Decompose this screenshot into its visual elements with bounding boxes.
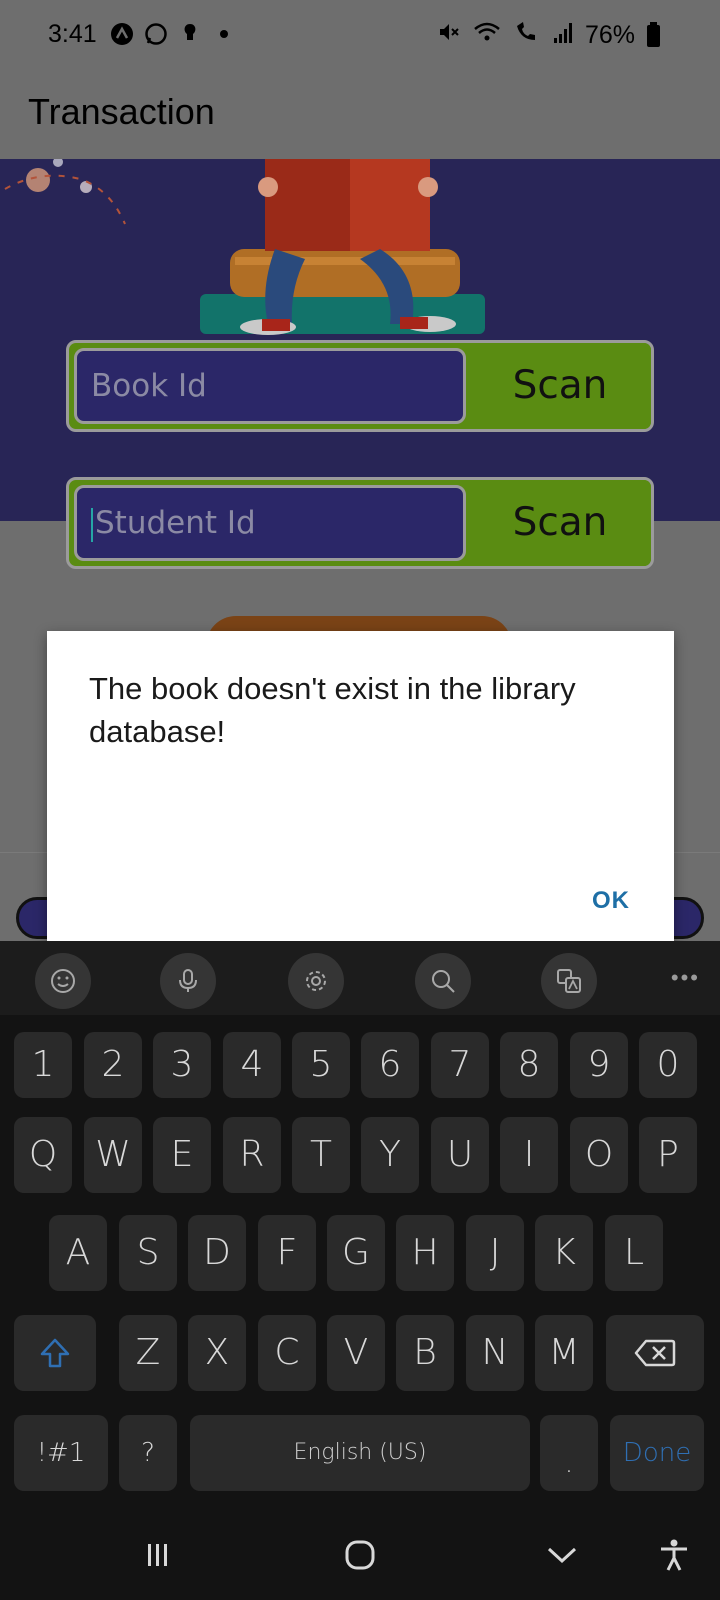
- key-x[interactable]: X: [188, 1315, 246, 1391]
- key-p[interactable]: P: [639, 1117, 697, 1193]
- alert-dialog: The book doesn't exist in the library da…: [47, 631, 674, 945]
- accessibility-icon[interactable]: [654, 1535, 694, 1575]
- key-6[interactable]: 6: [361, 1032, 419, 1098]
- book-id-row: Book Id Scan: [66, 340, 654, 432]
- battery-percent: 76%: [584, 21, 635, 49]
- back-chevron-icon[interactable]: [542, 1535, 582, 1575]
- bulb-icon: [178, 22, 202, 46]
- space-key[interactable]: English (US): [190, 1415, 530, 1491]
- key-5[interactable]: 5: [292, 1032, 350, 1098]
- search-icon[interactable]: [415, 953, 471, 1009]
- dialog-message: The book doesn't exist in the library da…: [89, 671, 576, 749]
- recents-icon[interactable]: [138, 1535, 178, 1575]
- shift-key[interactable]: [14, 1315, 96, 1391]
- home-icon[interactable]: [340, 1535, 380, 1575]
- key-o[interactable]: O: [570, 1117, 628, 1193]
- scan-student-button[interactable]: Scan: [469, 480, 651, 566]
- wifi-call-icon: [513, 20, 541, 51]
- whatsapp-icon: [144, 22, 168, 46]
- key-z[interactable]: Z: [119, 1315, 177, 1391]
- key-u[interactable]: U: [431, 1117, 489, 1193]
- key-l[interactable]: L: [605, 1215, 663, 1291]
- more-icon[interactable]: •••: [671, 965, 700, 991]
- key-m[interactable]: M: [535, 1315, 593, 1391]
- key-g[interactable]: G: [327, 1215, 385, 1291]
- key-h[interactable]: H: [396, 1215, 454, 1291]
- mute-icon: [437, 20, 461, 51]
- key-c[interactable]: C: [258, 1315, 316, 1391]
- backspace-icon: [634, 1339, 676, 1367]
- dot-icon: [212, 22, 236, 46]
- key-s[interactable]: S: [119, 1215, 177, 1291]
- dialog-ok-button[interactable]: OK: [592, 887, 630, 915]
- period-key[interactable]: .: [540, 1415, 598, 1491]
- student-id-placeholder: Student Id: [95, 505, 256, 541]
- key-4[interactable]: 4: [223, 1032, 281, 1098]
- student-id-input[interactable]: Student Id: [74, 485, 466, 561]
- key-j[interactable]: J: [466, 1215, 524, 1291]
- wifi-icon: [473, 20, 501, 51]
- battery-icon: [647, 21, 660, 47]
- signal-icon: [553, 20, 573, 51]
- app-bar: Transaction: [0, 75, 720, 159]
- question-key[interactable]: ?: [119, 1415, 177, 1491]
- key-a[interactable]: A: [49, 1215, 107, 1291]
- key-3[interactable]: 3: [153, 1032, 211, 1098]
- text-cursor: [91, 507, 93, 542]
- key-k[interactable]: K: [535, 1215, 593, 1291]
- key-7[interactable]: 7: [431, 1032, 489, 1098]
- keyboard: 1 2 3 4 5 6 7 8 9 0 Q W E R T Y U I O P …: [0, 1015, 720, 1505]
- navigation-bar: [0, 1505, 720, 1600]
- key-d[interactable]: D: [188, 1215, 246, 1291]
- key-r[interactable]: R: [223, 1117, 281, 1193]
- symbols-key[interactable]: !#1: [14, 1415, 108, 1491]
- settings-icon[interactable]: [288, 953, 344, 1009]
- status-bar: 3:41 76%: [0, 0, 720, 75]
- key-i[interactable]: I: [500, 1117, 558, 1193]
- key-e[interactable]: E: [153, 1117, 211, 1193]
- key-9[interactable]: 9: [570, 1032, 628, 1098]
- key-b[interactable]: B: [396, 1315, 454, 1391]
- key-8[interactable]: 8: [500, 1032, 558, 1098]
- key-2[interactable]: 2: [84, 1032, 142, 1098]
- backspace-key[interactable]: [606, 1315, 704, 1391]
- key-1[interactable]: 1: [14, 1032, 72, 1098]
- app-a-icon: [110, 22, 134, 46]
- key-v[interactable]: V: [327, 1315, 385, 1391]
- book-id-placeholder: Book Id: [91, 368, 207, 404]
- key-f[interactable]: F: [258, 1215, 316, 1291]
- key-n[interactable]: N: [466, 1315, 524, 1391]
- scan-book-button[interactable]: Scan: [469, 343, 651, 429]
- translate-icon[interactable]: [541, 953, 597, 1009]
- keyboard-toolbar: •••: [0, 941, 720, 1015]
- emoji-icon[interactable]: [35, 953, 91, 1009]
- key-0[interactable]: 0: [639, 1032, 697, 1098]
- mic-icon[interactable]: [160, 953, 216, 1009]
- key-t[interactable]: T: [292, 1117, 350, 1193]
- key-q[interactable]: Q: [14, 1117, 72, 1193]
- book-id-input[interactable]: Book Id: [74, 348, 466, 424]
- key-w[interactable]: W: [84, 1117, 142, 1193]
- shift-icon: [40, 1338, 70, 1368]
- done-key[interactable]: Done: [610, 1415, 704, 1491]
- status-time: 3:41: [48, 20, 97, 48]
- key-y[interactable]: Y: [361, 1117, 419, 1193]
- student-id-row: Student Id Scan: [66, 477, 654, 569]
- page-title: Transaction: [28, 91, 215, 132]
